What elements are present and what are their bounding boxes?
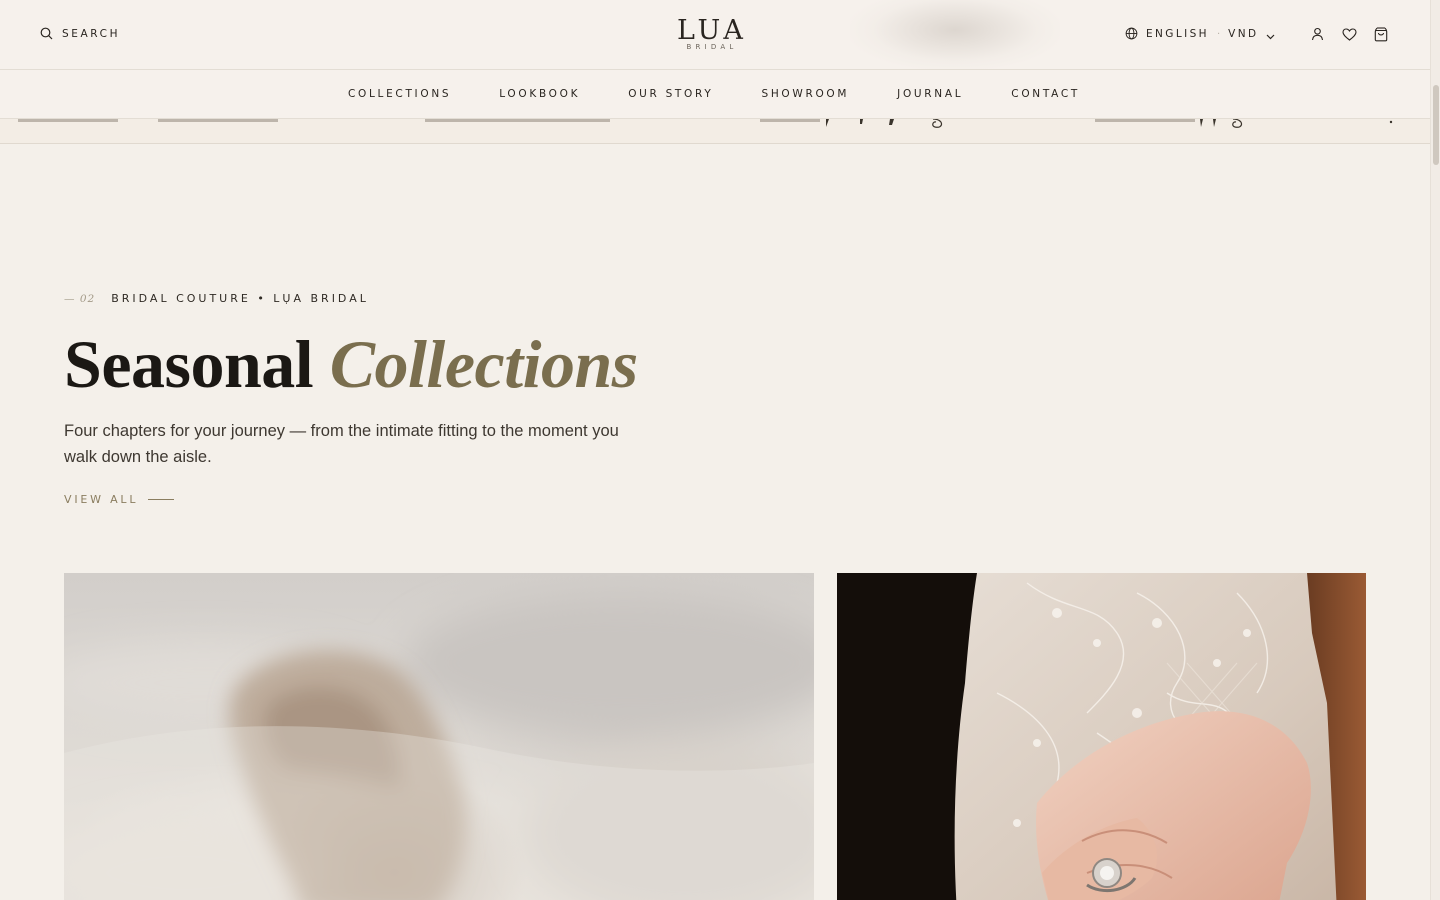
scrollbar-thumb[interactable] (1433, 85, 1439, 165)
nav-item-collections[interactable]: COLLECTIONS (348, 88, 451, 100)
collection-card-1-image (64, 593, 814, 900)
globe-icon (1125, 25, 1138, 44)
section-title-accent: Collections (329, 326, 639, 402)
section-eyebrow: — 02 BRIDAL COUTURE • LỤA BRIDAL (64, 292, 369, 305)
view-all-line (148, 499, 175, 500)
section-eyebrow-label: BRIDAL COUTURE • LỤA BRIDAL (111, 292, 369, 305)
top-header: SEARCH LUA BRIDAL ENGLISH · VND (0, 0, 1430, 70)
marquee-text-fragments (18, 119, 1393, 128)
logo-wordmark: LUA (677, 15, 747, 46)
brand-logo[interactable]: LUA BRIDAL (660, 15, 764, 52)
section-title-plain: Seasonal (64, 326, 314, 402)
logo-subtitle: BRIDAL (686, 43, 738, 51)
currency-label: VND (1228, 28, 1259, 40)
locale-separator: · (1216, 28, 1221, 40)
collection-card-1[interactable] (64, 573, 814, 900)
heart-icon[interactable] (1341, 25, 1357, 43)
nav-item-our-story[interactable]: OUR STORY (628, 88, 713, 100)
nav-item-lookbook[interactable]: LOOKBOOK (499, 88, 580, 100)
view-all-label: VIEW ALL (64, 493, 139, 506)
main-nav: COLLECTIONS LOOKBOOK OUR STORY SHOWROOM … (0, 70, 1430, 119)
nav-item-journal[interactable]: JOURNAL (897, 88, 963, 100)
search-icon (40, 25, 53, 44)
locale-selector[interactable]: ENGLISH · VND (1125, 26, 1275, 42)
view-all-link[interactable]: VIEW ALL (64, 493, 175, 506)
collection-card-2[interactable] (837, 573, 1366, 900)
search-button[interactable]: SEARCH (40, 26, 120, 42)
collection-card-2-image (837, 573, 1366, 900)
search-label: SEARCH (62, 28, 121, 40)
chevron-down-icon (1266, 25, 1275, 44)
section-description: Four chapters for your journey — from th… (64, 422, 619, 466)
header-actions (1309, 25, 1389, 43)
nav-item-showroom[interactable]: SHOWROOM (761, 88, 849, 100)
marquee-strip (0, 119, 1430, 144)
section-number: — 02 (64, 292, 96, 305)
user-icon[interactable] (1309, 25, 1325, 43)
nav-item-contact[interactable]: CONTACT (1011, 88, 1080, 100)
page-scrollbar[interactable] (1430, 0, 1440, 900)
bag-icon[interactable] (1373, 25, 1389, 43)
language-label: ENGLISH (1146, 28, 1209, 40)
header-decor-blur (850, 0, 1060, 69)
section-title: Seasonal Collections (64, 326, 638, 402)
